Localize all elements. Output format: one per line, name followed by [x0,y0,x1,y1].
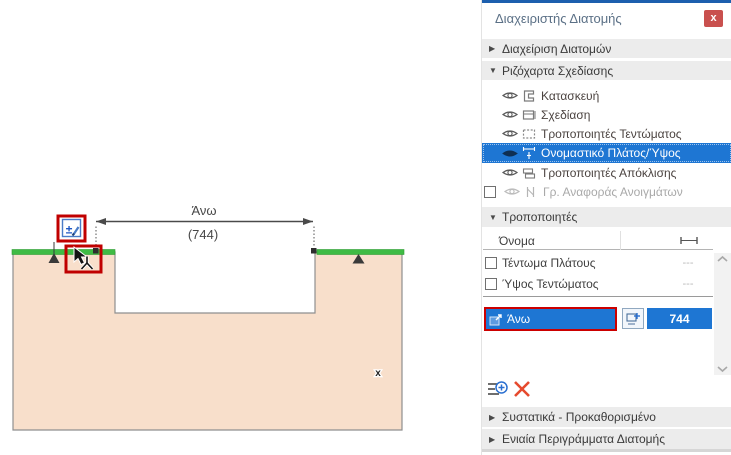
section-label: Τροποποιητές [502,210,578,224]
dimension-value: (744) [188,227,218,242]
section-label: Ενιαία Περιγράμματα Διατομής [502,432,665,446]
layer-label: Τροποποιητές Απόκλισης [541,165,677,180]
modifier-row-ano-selected[interactable]: Άνω [484,307,617,331]
opening-reference-layer-icon [526,186,535,197]
dimension-ano[interactable]: Άνω (744) [93,203,317,254]
scroll-up-icon[interactable] [716,255,729,263]
apply-stretch-button[interactable] [622,308,644,329]
origin-x-marker: x [375,368,381,379]
visibility-checkbox[interactable] [484,185,496,198]
add-modifier-icon [488,381,508,395]
modifier-checkbox[interactable] [485,257,497,269]
dimension-label: Άνω [191,203,216,218]
modifier-list-scrollbar[interactable] [714,253,731,375]
modifier-value: --- [682,257,694,269]
layer-row-construction[interactable]: Κατασκευή [482,86,731,105]
add-modifier-button[interactable] [487,379,509,399]
eye-icon[interactable] [502,109,518,120]
layer-row-opening-reference[interactable]: Γρ. Αναφοράς Ανοιγμάτων [482,182,731,201]
layer-label: Τροποποιητές Τεντώματος [541,126,682,141]
dimension-arrow-right [303,218,313,225]
section-manager-panel: Διαχειριστής Διατομής x ▶ Διαχείριση Δια… [481,0,731,455]
construction-layer-icon [523,89,535,102]
eye-icon[interactable] [504,186,520,197]
dimension-arrow-left [96,218,106,225]
layer-row-nominal-size[interactable]: Ονομαστικό Πλάτος/Ύψος [482,143,731,163]
dimension-node-right [311,248,317,254]
delete-modifier-button[interactable] [513,380,531,398]
eye-icon[interactable] [502,148,518,159]
edge-status-line-right[interactable] [316,249,405,255]
nominal-size-layer-icon [522,147,536,159]
layer-row-stretch-modifiers[interactable]: Τροποποιητές Τεντώματος [482,124,731,143]
width-dimension-icon [680,237,698,244]
stretch-modifiers-layer-icon [522,128,536,139]
section-header-modifiers[interactable]: ▼ Τροποποιητές [482,207,731,227]
custom-modifier-icon [489,313,502,325]
section-label: Διαχείριση Διατομών [502,41,612,56]
layer-row-deviation-modifiers[interactable]: Τροποποιητές Απόκλισης [482,163,731,182]
section-label: Συστατικά - Προκαθορισμένο [502,410,656,424]
plus-minus-glyph: ± [66,223,73,237]
layer-label: Σχεδίαση [541,107,591,122]
layer-row-drafting[interactable]: Σχεδίαση [482,105,731,124]
section-header-manage[interactable]: ▶ Διαχείριση Διατομών [482,39,731,58]
modifier-row-stretch-width[interactable]: Τέντωμα Πλάτους --- [483,253,713,273]
eye-icon[interactable] [502,167,518,178]
stretch-plus-icon [625,312,640,324]
app-window: Άνω (744) x ± Διαχειριστής Διατομής x ▶ … [0,0,731,455]
eye-icon[interactable] [502,90,518,101]
section-header-outlines[interactable]: ▶ Ενιαία Περιγράμματα Διατομής [482,429,731,449]
panel-accent-line [482,0,731,3]
modifier-checkbox[interactable] [485,278,497,290]
chevron-down-icon: ▼ [489,66,497,75]
modifier-label: Τέντωμα Πλάτους [502,256,596,270]
modifier-value-field[interactable]: 744 [647,308,712,329]
section-editor-canvas[interactable]: Άνω (744) x ± [0,0,483,455]
modifier-row-stretch-height[interactable]: Ύψος Τεντώματος --- [483,274,713,294]
panel-bottom-edge [482,449,731,452]
layer-label: Ονομαστικό Πλάτος/Ύψος [541,146,681,160]
dimension-node-left [93,248,99,254]
chevron-right-icon: ▶ [489,434,496,444]
layer-label: Γρ. Αναφοράς Ανοιγμάτων [543,184,683,199]
panel-title: Διαχειριστής Διατομής [495,11,622,26]
modifier-label: Ύψος Τεντώματος [502,277,599,291]
scroll-down-icon[interactable] [716,365,729,373]
chevron-right-icon: ▶ [489,44,496,53]
layer-label: Κατασκευή [541,88,600,103]
modifier-label: Άνω [507,312,531,326]
delete-x-icon [514,381,530,397]
profile-shape[interactable] [12,251,403,431]
chevron-down-icon: ▼ [489,212,497,222]
section-header-components[interactable]: ▶ Συστατικά - Προκαθορισμένο [482,407,731,427]
pencil-tip [71,232,75,237]
modifier-value: --- [682,278,694,290]
section-label: Ριζόχαρτα Σχεδίασης [502,63,614,78]
column-divider [620,231,621,250]
modifier-table-header: Όνομα [483,231,713,250]
close-button[interactable]: x [704,10,723,27]
edit-modifier-icon[interactable]: ± [56,214,87,243]
chevron-right-icon: ▶ [489,412,496,422]
drafting-layer-icon [522,109,536,120]
column-header-name: Όνομα [499,234,535,248]
section-header-tracing[interactable]: ▼ Ριζόχαρτα Σχεδίασης [482,61,731,80]
eye-icon[interactable] [502,128,518,139]
deviation-modifiers-layer-icon [522,167,536,179]
table-divider [483,296,713,297]
